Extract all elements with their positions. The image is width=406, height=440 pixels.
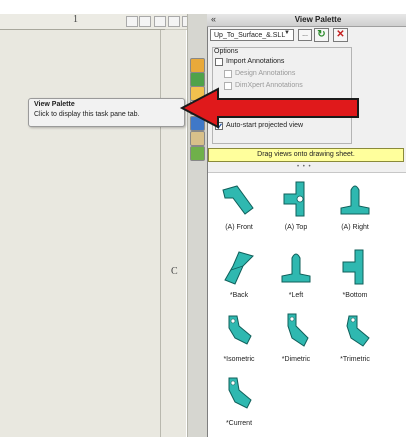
restore-icon[interactable]	[168, 16, 180, 27]
drag-views-banner: Drag views onto drawing sheet.	[208, 148, 404, 162]
part-dimetric-icon	[287, 313, 309, 347]
view-item-right[interactable]: (A) Right	[327, 176, 383, 244]
view-label: (A) Right	[341, 224, 369, 231]
minimize-icon[interactable]	[154, 16, 166, 27]
view-label: *Isometric	[223, 356, 255, 363]
view-label: *Current	[225, 420, 253, 427]
view-label: (A) Front	[225, 224, 253, 231]
zone-label-c: C	[171, 266, 178, 277]
part-top-icon	[283, 181, 305, 217]
sheet-border-right	[160, 30, 161, 437]
tooltip-title: View Palette	[34, 101, 75, 108]
view-item-dimetric[interactable]: *Dimetric	[268, 308, 324, 376]
resources-icon[interactable]	[190, 58, 205, 73]
clear-all-icon[interactable]: ✕	[333, 28, 348, 42]
document-select[interactable]: Up_To_Surface_&.SLL	[210, 29, 294, 41]
tile-vertical-icon[interactable]	[139, 16, 151, 27]
window-controls	[126, 16, 196, 27]
view-item-top[interactable]: (A) Top	[268, 176, 324, 244]
part-right-icon	[340, 185, 370, 215]
view-item-trimetric[interactable]: *Trimetric	[327, 308, 383, 376]
pane-title: View Palette	[294, 15, 342, 24]
custom-properties-icon[interactable]	[190, 131, 205, 146]
view-item-front[interactable]: (A) Front	[211, 176, 267, 244]
view-item-bottom[interactable]: *Bottom	[327, 244, 383, 312]
annotation-arrow-icon	[179, 87, 359, 129]
view-item-current[interactable]: *Current	[211, 372, 267, 440]
part-bottom-icon	[342, 249, 364, 285]
view-label: *Back	[229, 292, 249, 299]
view-label: *Left	[288, 292, 304, 299]
view-item-back[interactable]: *Back	[211, 244, 267, 312]
drawing-sheet[interactable]	[0, 14, 186, 437]
part-trimetric-icon	[346, 315, 370, 347]
part-back-icon	[224, 251, 254, 285]
import-annotations-label: Import Annotations	[226, 58, 285, 65]
browse-button[interactable]: ...	[298, 29, 312, 41]
splitter-grip[interactable]: • • •	[297, 164, 312, 170]
top-margin	[0, 0, 205, 14]
part-left-icon	[281, 253, 311, 283]
view-label: *Dimetric	[281, 356, 311, 363]
collapse-pane-icon[interactable]: «	[211, 14, 216, 24]
view-label: (A) Top	[284, 224, 308, 231]
view-item-isometric[interactable]: *Isometric	[211, 308, 267, 376]
part-current-icon	[228, 377, 252, 409]
view-item-left[interactable]: *Left	[268, 244, 324, 312]
view-label: *Bottom	[342, 292, 368, 299]
design-annotations-label: Design Annotations	[235, 70, 296, 77]
design-library-icon[interactable]	[190, 72, 205, 87]
import-annotations-checkbox[interactable]	[215, 58, 223, 66]
refresh-icon[interactable]: ↻	[314, 28, 329, 42]
sheet-border-top	[0, 29, 165, 30]
view-label: *Trimetric	[340, 356, 370, 363]
part-isometric-icon	[228, 315, 252, 345]
design-annotations-checkbox[interactable]	[224, 70, 232, 78]
tile-icon[interactable]	[126, 16, 138, 27]
chevron-down-icon[interactable]: ▼	[284, 30, 290, 36]
zone-label-top: 1	[73, 14, 78, 25]
options-label: Options	[214, 48, 239, 55]
tooltip-text: Click to display this task pane tab.	[34, 111, 140, 118]
solidworks-forum-icon[interactable]	[190, 146, 205, 161]
part-front-icon	[222, 185, 254, 215]
